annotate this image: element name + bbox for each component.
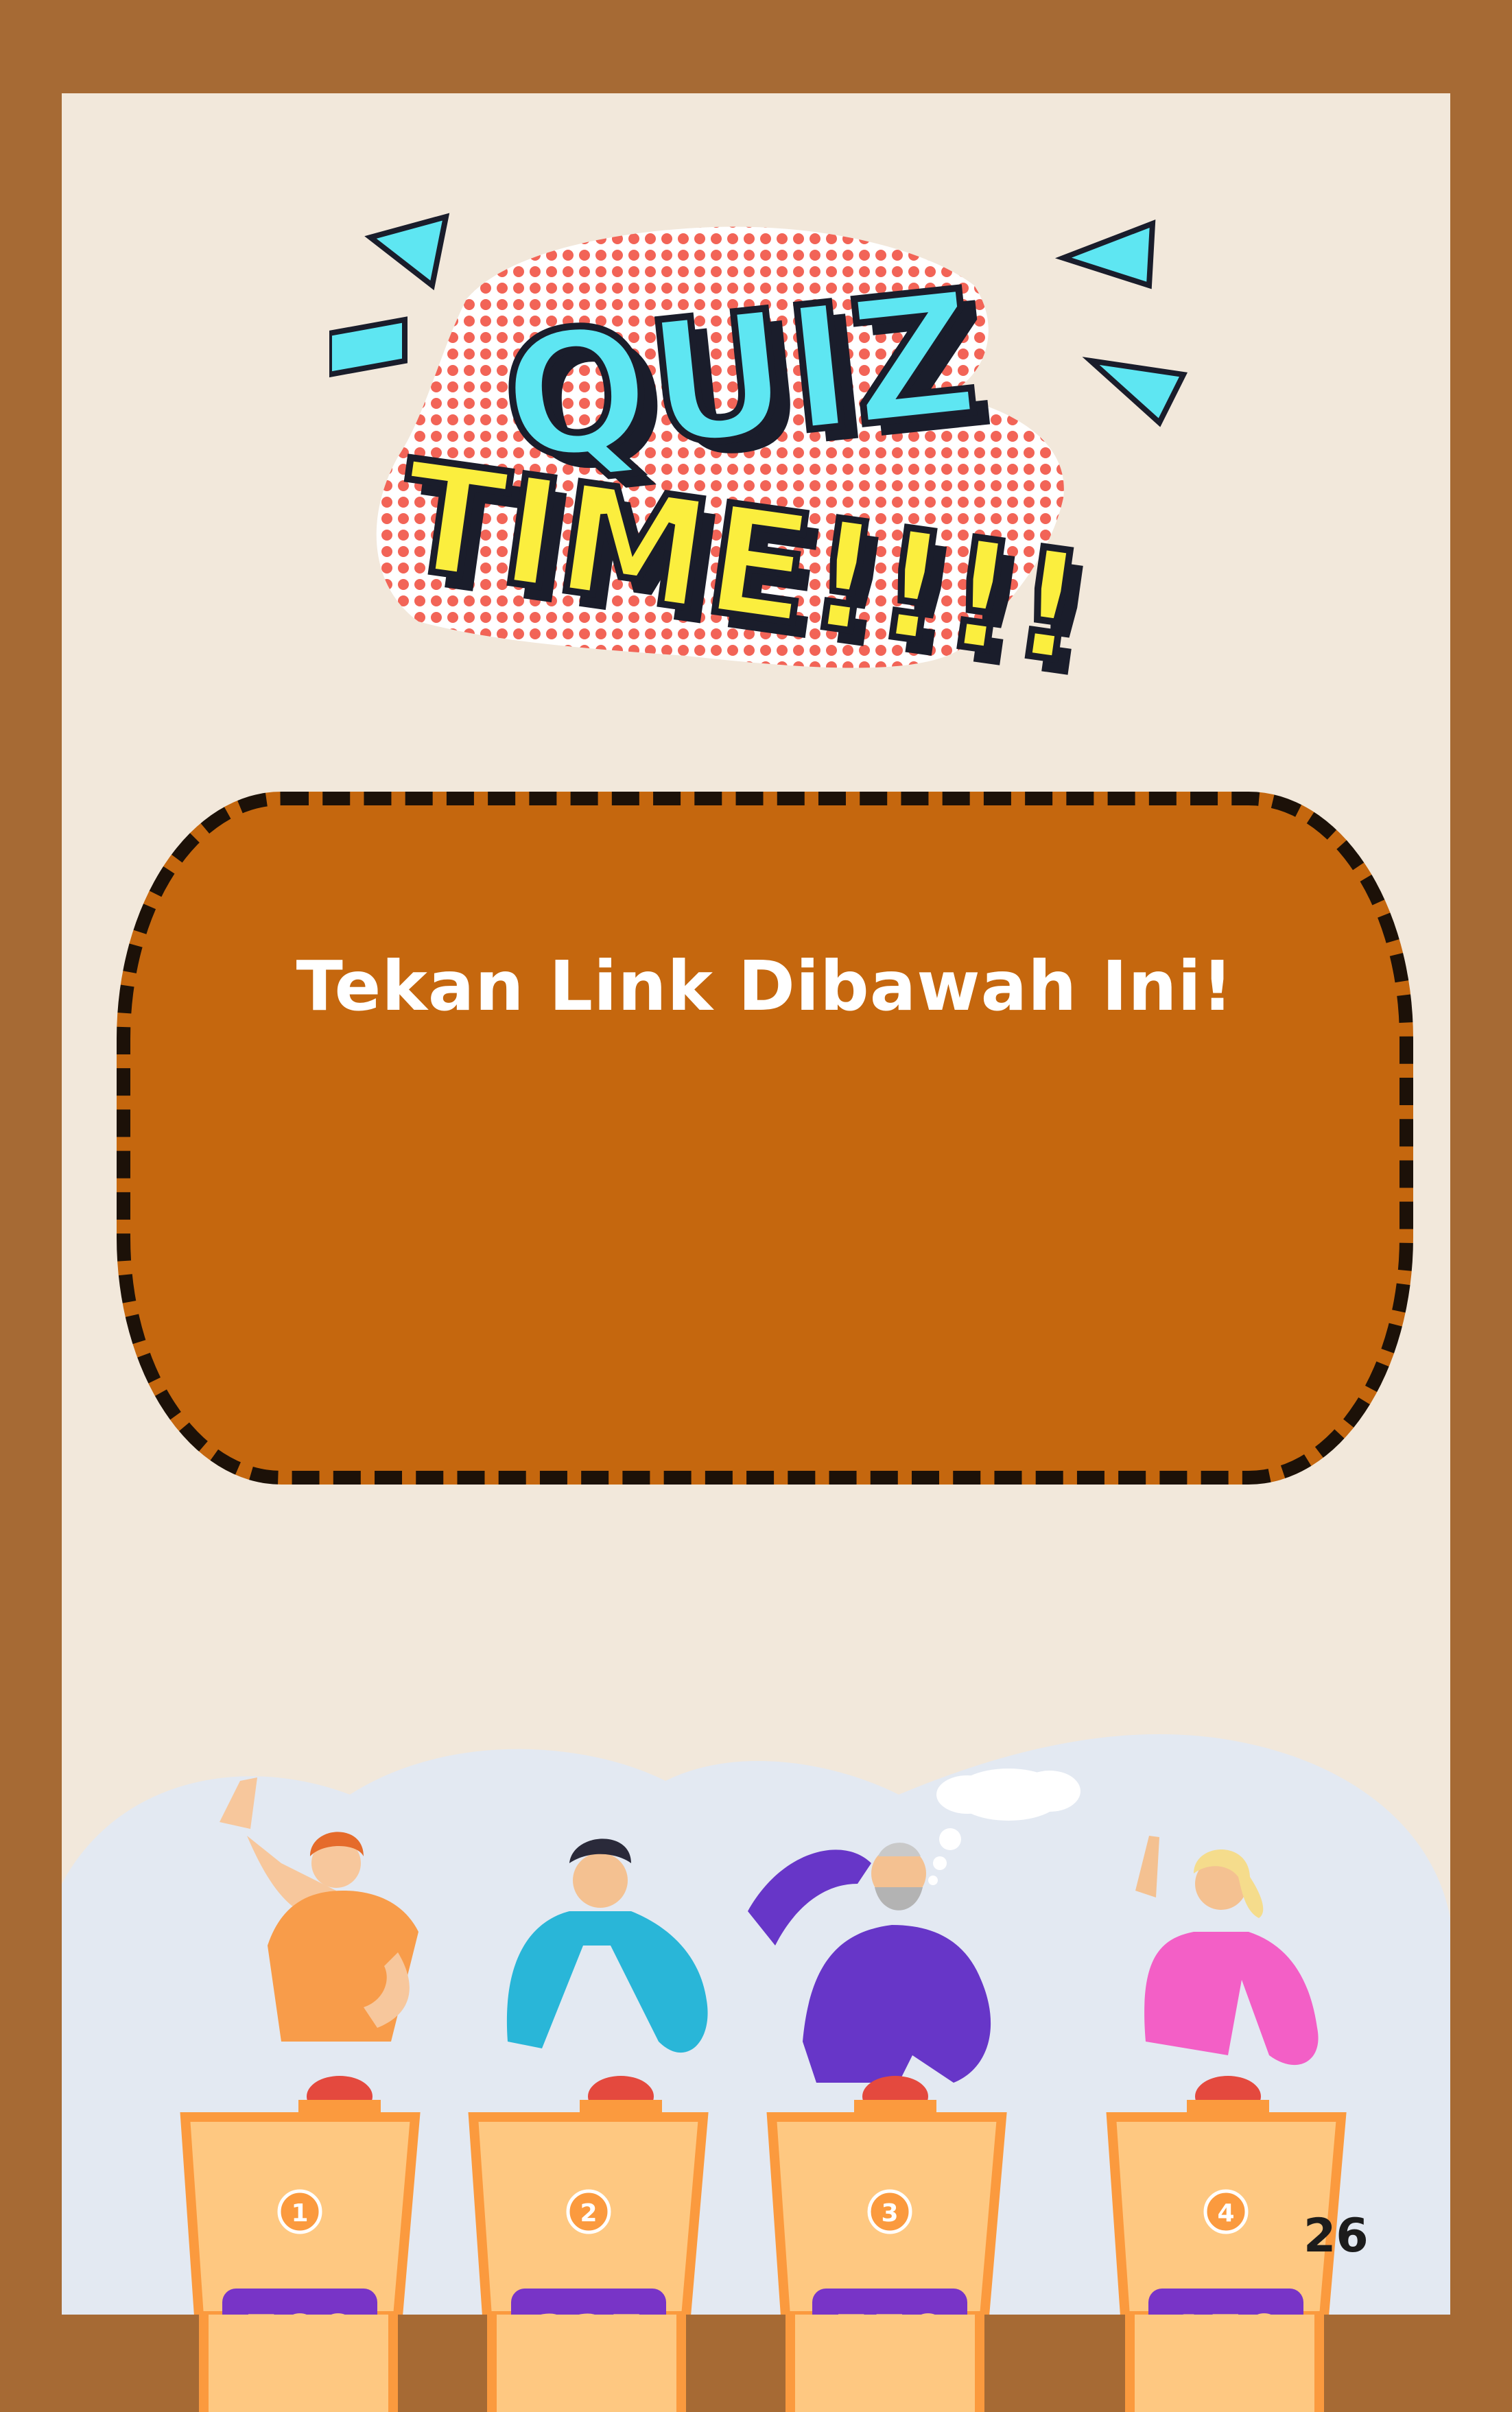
ray-right-bottom (1082, 357, 1188, 427)
link-instruction: Tekan Link Dibawah Ini! (296, 946, 1234, 1026)
game-show-scene: 1 2 3 4 (62, 1734, 1450, 2315)
podium-leg-4 (1125, 2315, 1324, 2412)
podium-number-4: 4 (1217, 2199, 1234, 2227)
quiz-time-logo: QUIZ QUIZ TIME!!!! TIME!!!! (329, 213, 1188, 713)
score-2: 225 (511, 2304, 666, 2315)
score-4: 150 (1148, 2304, 1303, 2315)
podium-number-3: 3 (881, 2199, 898, 2227)
page-number: 26 (1303, 2209, 1369, 2263)
podium-number-2: 2 (580, 2199, 597, 2227)
podium-leg-2 (487, 2315, 686, 2412)
score-3: 550 (812, 2304, 967, 2315)
page: QUIZ QUIZ TIME!!!! TIME!!!! Tekan Link D… (62, 93, 1450, 2315)
ray-left-bottom (329, 316, 407, 378)
link-box[interactable]: Tekan Link Dibawah Ini! (117, 792, 1413, 1485)
podium-number-1: 1 (291, 2199, 308, 2227)
podium-leg-3 (785, 2315, 984, 2412)
score-1: 500 (222, 2304, 377, 2315)
ray-right-top (1054, 220, 1156, 289)
ray-left-top (364, 213, 450, 291)
podium-leg-1 (199, 2315, 398, 2412)
